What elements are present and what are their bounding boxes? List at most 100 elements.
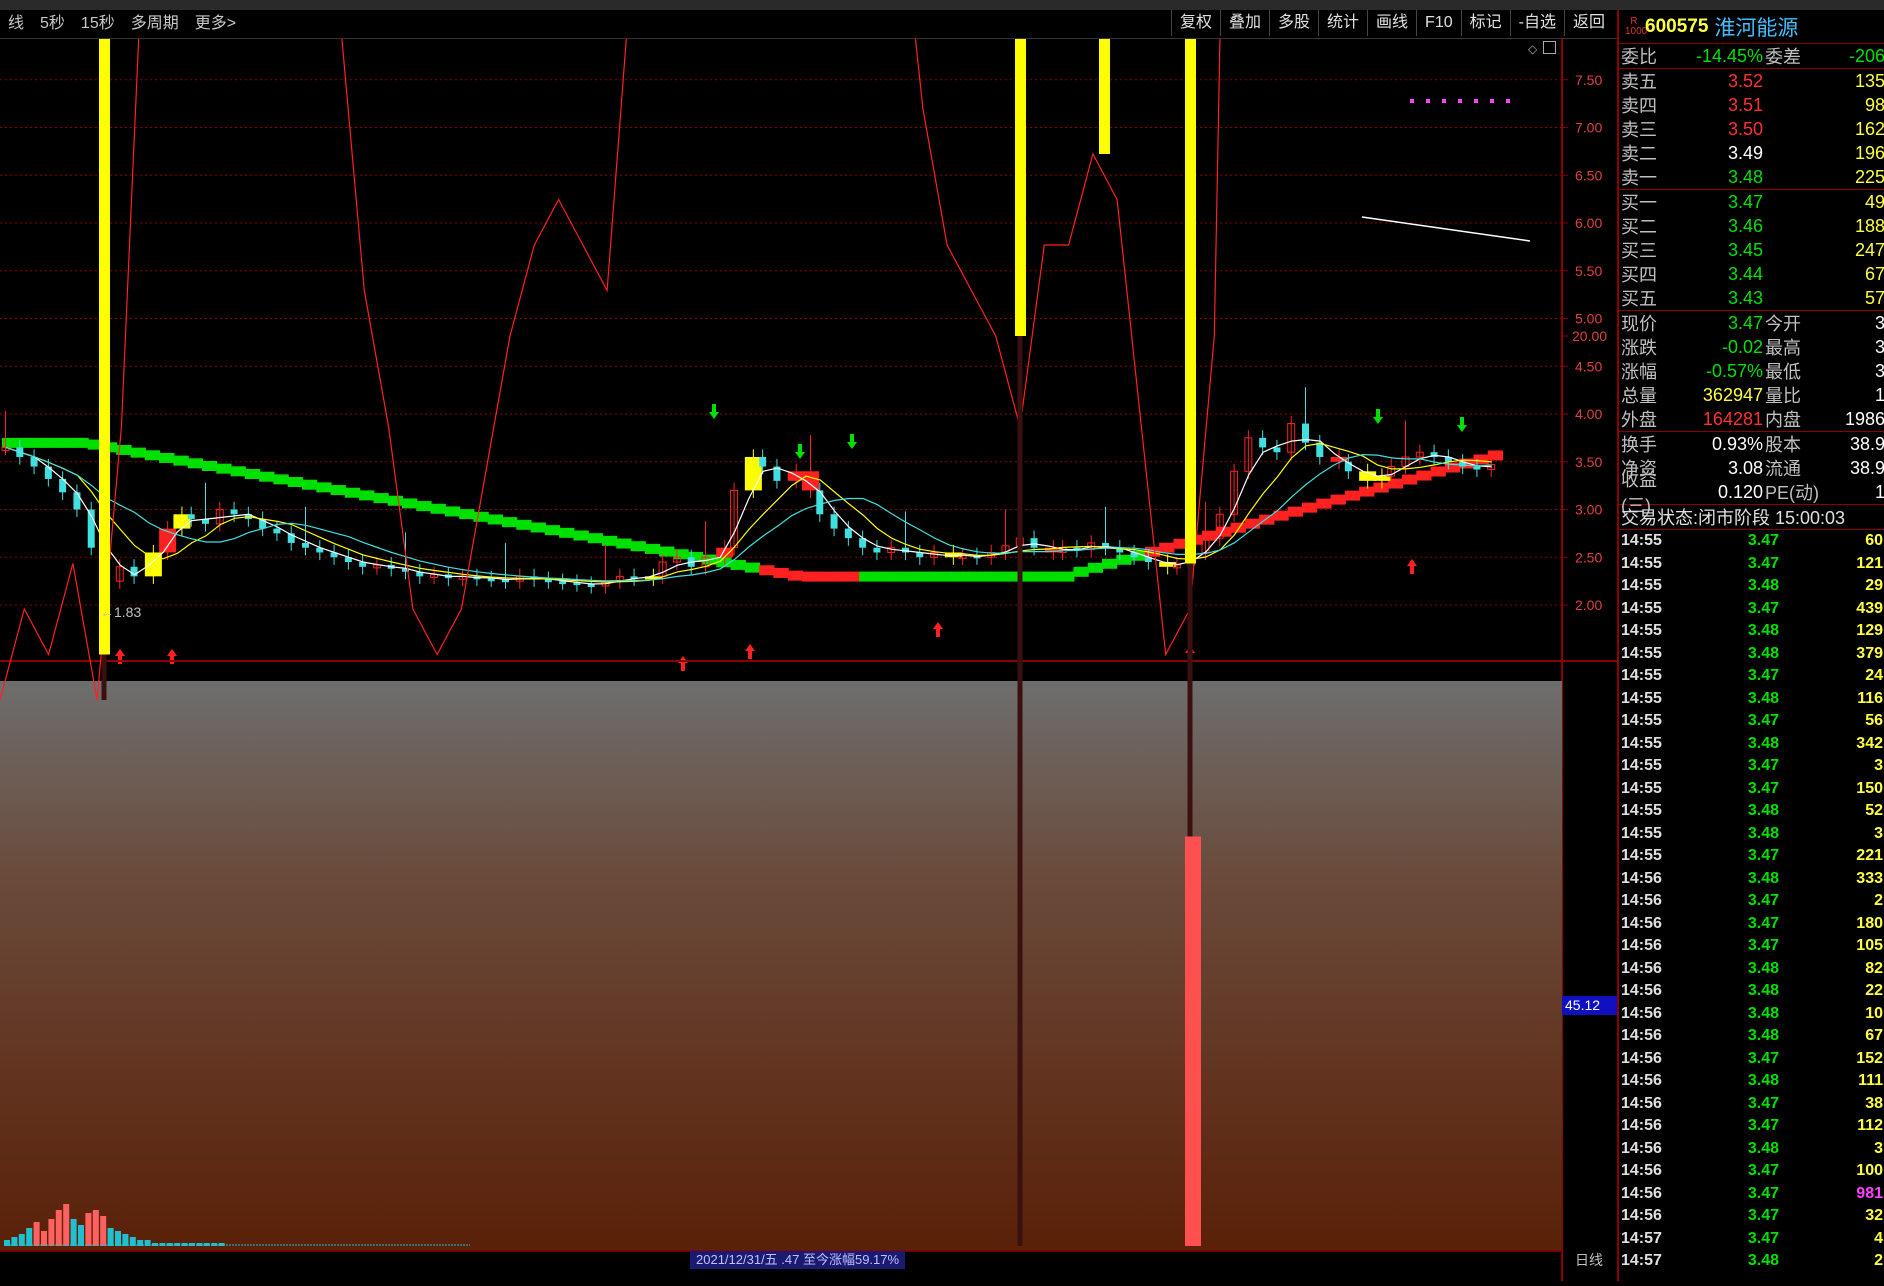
price-panel — [0, 79, 1562, 700]
tick-row: 14:56 3.48 333 — [1621, 869, 1883, 887]
trend-ladder-step — [516, 519, 532, 530]
buy-orders: 买一 3.47 49 买二 3.46 188 买三 3.45 247 买四 3.44 67 买五 3.43… — [1619, 190, 1884, 311]
multi-period-tab[interactable]: 多周期 — [123, 10, 187, 38]
order-row: 卖二 3.49 196 — [1621, 142, 1884, 165]
candle — [273, 528, 281, 534]
trend-ladder-step — [473, 511, 489, 522]
price-axis-label: 7.50 — [1575, 72, 1602, 88]
period-15s-tab[interactable]: 15秒 — [73, 10, 123, 38]
fundamental-stats: 换手 0.93% 股本 38.9 净资 3.08 流通 38.9 收益(三) 0.120 PE(动)… — [1619, 432, 1884, 516]
price-axis-label: 2.50 — [1575, 549, 1602, 565]
tick-row: 14:57 3.47 4 — [1621, 1229, 1883, 1247]
order-row: 买二 3.46 188 — [1621, 215, 1884, 238]
tick-row: 14:56 3.47 105 — [1621, 937, 1883, 955]
buy-arrow — [745, 644, 755, 659]
trend-ladder-step — [1002, 571, 1018, 582]
chart-settings-icon[interactable] — [1543, 41, 1556, 54]
price-low-annotation: ←1.83 — [100, 604, 142, 620]
trade-status: 交易状态:闭市阶段 15:00:03 — [1619, 505, 1884, 530]
watchlist-remove-button[interactable]: -自选 — [1509, 10, 1564, 36]
trend-ladder-step — [402, 498, 418, 509]
more-menu[interactable]: 更多> — [187, 10, 244, 38]
trend-ladder-step — [730, 559, 746, 570]
period-5s-tab[interactable]: 5秒 — [32, 10, 73, 38]
order-row: 买一 3.47 49 — [1621, 191, 1884, 214]
stock-name[interactable]: 淮河能源 — [1714, 12, 1798, 42]
trend-ladder-step — [1116, 554, 1132, 565]
back-button[interactable]: 返回 — [1563, 10, 1613, 36]
tick-row: 14:56 3.48 3 — [1621, 1139, 1883, 1157]
trend-ladder-step — [630, 541, 646, 552]
trend-ladder-step — [430, 503, 446, 514]
trend-ladder-step — [173, 455, 189, 466]
chart-area[interactable]: 卖吧卖吧卖吧卖吧卖吧 7.507.006.506.005.505.004.504… — [0, 0, 1617, 1281]
stat-row: 现价 3.47 今开 3 — [1621, 312, 1884, 335]
marker-dot — [1410, 99, 1414, 103]
trend-ladder-step — [830, 571, 846, 582]
indicator-axis-label: 20.00 — [1572, 328, 1607, 344]
tick-row: 14:55 3.48 52 — [1621, 802, 1883, 820]
stat-row: 涨跌 -0.02 最高 3 — [1621, 336, 1884, 359]
f10-button[interactable]: F10 — [1416, 10, 1461, 36]
trend-ladder-step — [1302, 502, 1318, 513]
price-axis-label: 6.50 — [1575, 167, 1602, 183]
trend-ladder-step — [1059, 571, 1075, 582]
mark-button[interactable]: 标记 — [1460, 10, 1510, 36]
period-label[interactable]: 日线 — [1575, 1251, 1603, 1269]
period-line-tab[interactable]: 线 — [0, 10, 32, 38]
expand-icon[interactable]: ◇ — [1528, 42, 1537, 56]
candle — [230, 509, 238, 515]
volume-bar — [63, 1204, 70, 1246]
trend-ladder-step — [287, 477, 303, 488]
price-axis-label: 4.50 — [1575, 358, 1602, 374]
candle — [1259, 437, 1267, 448]
trend-ladder-step — [187, 458, 203, 469]
tick-row: 14:55 3.47 3 — [1621, 757, 1883, 775]
trend-ladder-step — [616, 538, 632, 549]
tick-row: 14:55 3.47 221 — [1621, 847, 1883, 865]
order-row: 卖一 3.48 225 — [1621, 166, 1884, 189]
volume-bar — [100, 1216, 107, 1246]
trend-ladder-step — [587, 533, 603, 544]
candle — [844, 528, 852, 539]
tick-row: 14:56 3.48 82 — [1621, 959, 1883, 977]
trend-ladder-step — [387, 495, 403, 506]
trend-ladder-step — [1359, 486, 1375, 497]
candle — [302, 542, 309, 548]
trend-ladder-step — [544, 525, 561, 536]
trend-ladder-step — [244, 469, 261, 480]
buy-arrow — [933, 622, 943, 637]
volume-bar — [122, 1234, 129, 1246]
quote-stats: 现价 3.47 今开 3 涨跌 -0.02 最高 3 涨幅 -0.57% 最低 3 总量 362947 量比… — [1619, 311, 1884, 432]
trend-ladder-step — [559, 527, 575, 538]
volume-bar — [107, 1228, 114, 1246]
tick-row: 14:56 3.48 22 — [1621, 982, 1883, 1000]
trend-ladder-step — [1287, 506, 1303, 517]
stats-button[interactable]: 统计 — [1318, 10, 1367, 36]
tick-row: 14:55 3.48 29 — [1621, 577, 1883, 595]
stat-row: 外盘 164281 内盘 1986 — [1621, 408, 1884, 431]
volume-bar — [85, 1213, 92, 1246]
overlay-button[interactable]: 叠加 — [1219, 10, 1269, 36]
volume-bar — [115, 1231, 121, 1246]
volume-spike-bar — [1185, 836, 1201, 1246]
candle — [159, 528, 177, 553]
draw-button[interactable]: 画线 — [1367, 10, 1416, 36]
trend-ladder-step — [959, 571, 975, 582]
tick-row: 14:56 3.47 38 — [1621, 1094, 1883, 1112]
trend-ladder-step — [644, 543, 661, 554]
trend-ladder-step — [302, 479, 318, 490]
adjust-button[interactable]: 复权 — [1170, 10, 1220, 36]
marker-dot — [1458, 99, 1462, 103]
volume-bar — [70, 1219, 77, 1246]
tick-list[interactable]: 14:55 3.47 60 14:55 3.47 121 14:55 3.48 29 14:55 3… — [1619, 530, 1884, 1273]
candle — [802, 471, 819, 491]
chart-toolbar: 线 5秒 15秒 多周期 更多> 复权 叠加 多股 统计 画线 F10 标记 -… — [0, 10, 1617, 39]
price-axis-label: 7.00 — [1575, 120, 1602, 136]
candle — [759, 456, 767, 467]
candle — [1273, 447, 1281, 453]
multi-stock-button[interactable]: 多股 — [1269, 10, 1318, 36]
price-axis-label: 3.50 — [1575, 454, 1602, 470]
buy-arrow — [1407, 559, 1417, 574]
sell-arrow — [847, 434, 857, 449]
